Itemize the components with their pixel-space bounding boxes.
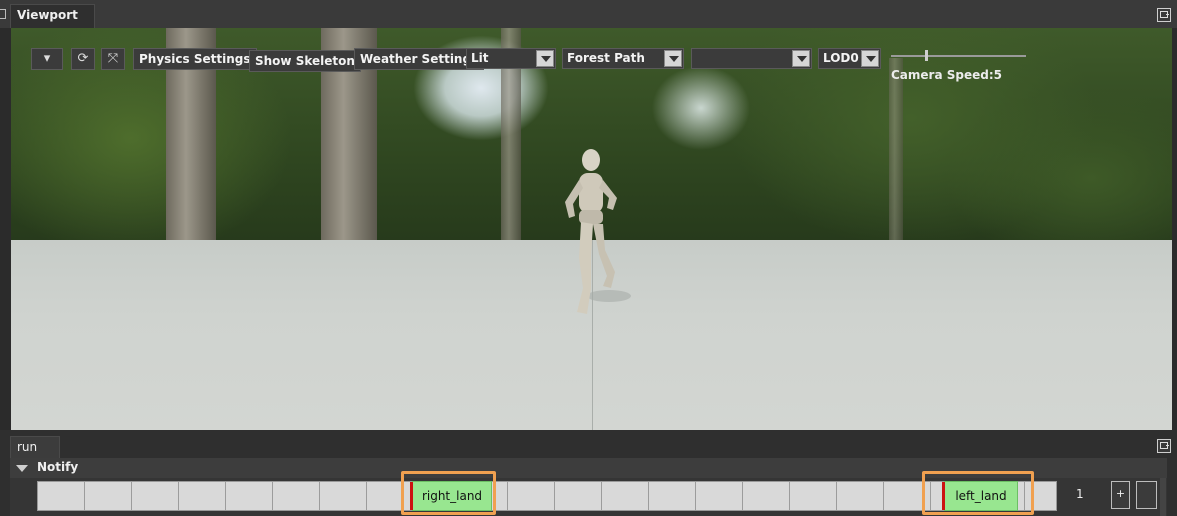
timeline-panel: run Notify right_land left_land 1 + xyxy=(0,430,1177,516)
render-mode-dropdown[interactable]: Lit xyxy=(466,48,556,69)
notify-label: right_land xyxy=(421,489,483,503)
frame-divider xyxy=(695,482,696,510)
notify-options-button[interactable] xyxy=(1136,481,1157,509)
refresh-icon[interactable]: ⟳ xyxy=(71,48,95,70)
notify-marker[interactable] xyxy=(942,482,945,510)
frame-divider xyxy=(225,482,226,510)
environment-dropdown[interactable]: Forest Path xyxy=(562,48,684,69)
notify-marker[interactable] xyxy=(410,482,413,510)
lod-dropdown[interactable]: LOD0 xyxy=(818,48,881,69)
vertical-scrollbar[interactable] xyxy=(1160,478,1166,516)
notify-event[interactable]: right_land xyxy=(410,481,492,511)
tab-run[interactable]: run xyxy=(10,436,60,458)
dock-edge-icon xyxy=(0,9,6,19)
environment-value: Forest Path xyxy=(567,51,645,65)
frame-divider xyxy=(272,482,273,510)
notify-label: left_land xyxy=(955,489,1007,503)
viewport-tab-bar: Viewport xyxy=(0,0,1177,28)
frame-divider xyxy=(789,482,790,510)
character-mannequin[interactable] xyxy=(551,146,641,326)
lod-value: LOD0 xyxy=(823,51,859,65)
frame-divider xyxy=(131,482,132,510)
tree-trunk xyxy=(889,58,903,243)
frame-divider xyxy=(366,482,367,510)
chevron-down-icon[interactable] xyxy=(664,50,682,67)
tab-viewport[interactable]: Viewport xyxy=(10,4,95,28)
show-skeleton-button[interactable]: Show Skeleton xyxy=(249,50,361,72)
notify-track-label: Notify xyxy=(37,460,79,474)
notify-event[interactable]: left_land xyxy=(942,481,1018,511)
frame-divider xyxy=(742,482,743,510)
chevron-down-icon[interactable] xyxy=(792,50,810,67)
frame-divider xyxy=(319,482,320,510)
viewport-panel[interactable]: ▾ ⟳ ⤧ Physics Settings Show Skeleton Wea… xyxy=(11,28,1172,430)
notify-timeline-track[interactable] xyxy=(37,481,1057,511)
camera-speed-slider-thumb[interactable] xyxy=(925,50,928,61)
transform-icon[interactable]: ⤧ xyxy=(101,48,125,70)
frame-divider xyxy=(84,482,85,510)
frame-divider xyxy=(507,482,508,510)
camera-speed-slider[interactable] xyxy=(891,55,1026,57)
view-options-menu-icon[interactable]: ▾ xyxy=(31,48,63,70)
render-mode-value: Lit xyxy=(471,51,489,65)
chevron-down-icon[interactable] xyxy=(861,50,879,67)
dock-window-icon[interactable] xyxy=(1157,8,1171,22)
chevron-down-icon[interactable] xyxy=(536,50,554,67)
add-notify-button[interactable]: + xyxy=(1111,481,1130,509)
collapse-triangle-icon[interactable] xyxy=(16,465,28,472)
frame-count: 1 xyxy=(1076,487,1084,501)
frame-divider xyxy=(648,482,649,510)
weather-settings-button[interactable]: Weather Settings xyxy=(354,48,485,70)
physics-settings-button[interactable]: Physics Settings xyxy=(133,48,257,70)
frame-divider xyxy=(178,482,179,510)
frame-divider xyxy=(836,482,837,510)
dock-window-icon[interactable] xyxy=(1157,439,1171,453)
frame-divider xyxy=(601,482,602,510)
extra-dropdown[interactable] xyxy=(691,48,812,69)
frame-divider xyxy=(554,482,555,510)
frame-divider xyxy=(883,482,884,510)
camera-speed-label: Camera Speed:5 xyxy=(891,68,1002,82)
